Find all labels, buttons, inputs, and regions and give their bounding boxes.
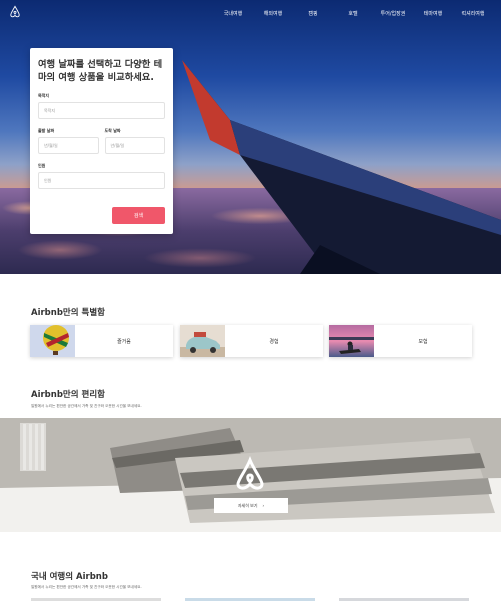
top-nav: 국내여행 해외여행 캠핑 호텔 투어/업장권 테마여행 럭셔리여행 <box>213 10 493 17</box>
card-experience-label: 경험 <box>269 338 279 345</box>
hero-banner: 국내여행 해외여행 캠핑 호텔 투어/업장권 테마여행 럭셔리여행 여행 날짜를… <box>0 0 501 274</box>
card-adventure[interactable]: 모험 <box>329 325 472 357</box>
pillow-image <box>0 418 501 532</box>
search-card: 여행 날짜를 선택하고 다양한 테마의 여행 상품을 비교하세요. 목적지 목적… <box>30 48 173 234</box>
card-fun-label: 즐거움 <box>117 338 131 345</box>
nav-luxury[interactable]: 럭셔리여행 <box>453 10 493 17</box>
see-more-button[interactable]: 자세히 보기 › <box>214 498 288 513</box>
airplane-wing-image <box>182 60 501 274</box>
special-section-title: Airbnb만의 특별함 <box>31 308 105 318</box>
hot-air-balloon-image <box>30 325 75 357</box>
nav-camping[interactable]: 캠핑 <box>293 10 333 17</box>
nav-theme[interactable]: 테마여행 <box>413 10 453 17</box>
checkout-input[interactable]: 년/월/일 <box>104 137 165 154</box>
card-experience[interactable]: 경험 <box>180 325 323 357</box>
see-more-label: 자세히 보기 <box>237 502 258 508</box>
pillow-illustration <box>0 418 501 532</box>
card-adventure-label: 모험 <box>418 338 428 345</box>
checkout-label: 도착 날짜 <box>104 128 121 133</box>
nav-tour[interactable]: 투어/업장권 <box>373 10 413 17</box>
checkin-label: 출발 날짜 <box>38 128 55 133</box>
search-button[interactable]: 검색 <box>112 207 165 224</box>
domestic-subtitle: 일원에서 누리는 편안한 공간에서 가족 및 친구와 오붓한 시간을 보내세요. <box>31 585 142 589</box>
convenience-section-title: Airbnb만의 편리함 <box>31 390 105 400</box>
kayak-image <box>329 325 374 357</box>
chevron-right-icon: › <box>262 503 265 508</box>
convenience-subtitle: 일원에서 누리는 편안한 공간에서 가족 및 친구와 오붓한 시간을 보내세요. <box>31 404 142 408</box>
domestic-section-title: 국내 여행의 Airbnb <box>31 572 108 582</box>
nav-overseas[interactable]: 해외여행 <box>253 10 293 17</box>
search-title: 여행 날짜를 선택하고 다양한 테마의 여행 상품을 비교하세요. <box>38 59 163 83</box>
checkin-input[interactable]: 년/월/일 <box>38 137 99 154</box>
destination-input[interactable]: 목적지 <box>38 102 165 119</box>
destination-label: 목적지 <box>38 93 50 98</box>
vintage-car-image <box>180 325 225 357</box>
nav-hotel[interactable]: 호텔 <box>333 10 373 17</box>
guests-label: 인원 <box>38 163 46 168</box>
airbnb-logo-icon[interactable] <box>8 5 22 19</box>
nav-domestic[interactable]: 국내여행 <box>213 10 253 17</box>
card-fun[interactable]: 즐거움 <box>30 325 173 357</box>
guests-input[interactable]: 인원 <box>38 172 165 189</box>
